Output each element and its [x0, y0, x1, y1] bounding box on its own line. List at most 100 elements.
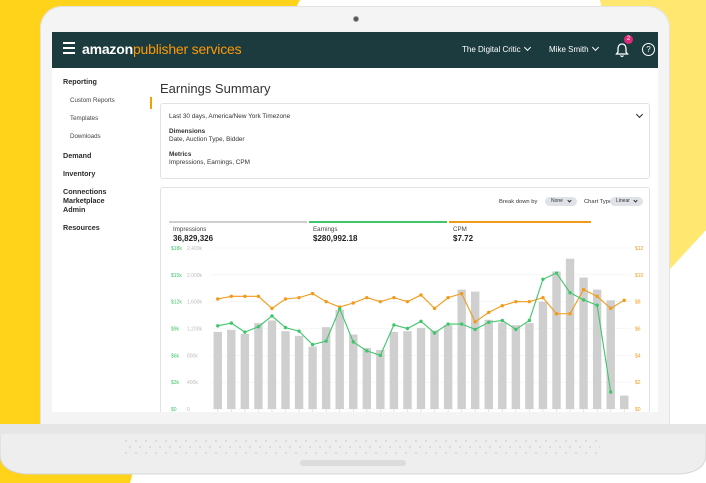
key-dot [305, 440, 307, 442]
impressions-bar [552, 271, 561, 409]
earnings-point [419, 319, 423, 324]
key-dot [599, 446, 600, 448]
active-item-indicator [150, 97, 152, 109]
impressions-bar [470, 291, 480, 409]
key-dot [559, 446, 561, 448]
key-dot [255, 452, 257, 454]
key-dot [499, 446, 501, 448]
key-dot [455, 452, 457, 454]
user-menu[interactable]: Mike Smith [549, 43, 599, 54]
camera-dot [353, 16, 359, 22]
cpm-point [243, 294, 247, 298]
sidebar-item-custom-reports[interactable]: Custom Reports [70, 97, 115, 104]
chevron-down-icon[interactable] [635, 110, 644, 119]
cpm-point [446, 295, 450, 300]
keyboard-dots [125, 440, 600, 454]
key-dot [455, 440, 457, 442]
key-dot [209, 446, 211, 448]
impressions-bar [213, 331, 222, 409]
key-dot [359, 446, 361, 448]
sidebar-item-connections-marketplace[interactable]: Connections Marketplace [63, 187, 148, 205]
key-dot [375, 452, 377, 454]
key-dot [429, 446, 431, 448]
key-dot [305, 452, 307, 454]
date-range-text: Last 30 days, America/New York Timezone [169, 113, 291, 120]
key-dot [335, 440, 337, 442]
key-dot [189, 446, 191, 448]
cpm-point [541, 295, 545, 300]
key-dot [385, 452, 387, 454]
earnings-point [581, 298, 586, 302]
earnings-point [473, 327, 477, 332]
key-dot [545, 452, 547, 454]
sidebar-item-templates[interactable]: Templates [70, 115, 98, 122]
sidebar-item-resources[interactable]: Resources [63, 223, 100, 232]
key-dot [149, 446, 151, 448]
earnings-axis-tick: $15k [171, 273, 182, 279]
key-dot [245, 440, 247, 442]
key-dot [169, 446, 171, 448]
brand-logo[interactable]: amazonpublisher services [82, 41, 242, 57]
help-icon[interactable]: ? [642, 43, 655, 56]
site-selector[interactable]: The Digital Critic [462, 43, 531, 54]
earnings-point [297, 329, 301, 333]
impressions-bar [498, 322, 507, 409]
sidebar-item-inventory[interactable]: Inventory [63, 169, 95, 178]
key-dot [469, 446, 471, 448]
impressions-bar [538, 301, 548, 409]
key-dot [329, 446, 331, 448]
key-dot [355, 452, 357, 454]
key-dot [399, 446, 401, 448]
cpm-point [229, 294, 234, 298]
cpm-point [392, 295, 396, 300]
key-dot [159, 446, 161, 448]
key-dot [465, 440, 467, 442]
earnings-axis-tick: $9k [171, 327, 180, 333]
key-dot [185, 452, 187, 454]
key-dot [365, 452, 367, 454]
cpm-point [419, 293, 423, 297]
key-dot [139, 446, 141, 448]
cpm-point [405, 299, 410, 304]
key-dot [315, 440, 317, 442]
key-dot [589, 446, 591, 448]
key-dot [269, 446, 271, 448]
key-dot [529, 446, 531, 448]
earnings-point [459, 322, 464, 326]
key-dot [205, 452, 207, 454]
key-dot [545, 440, 547, 442]
earnings-chart: $18k 2,400k $12 $15k 2,000k $10 $12k 1,600k $8 $9… [171, 246, 644, 412]
cpm-point [500, 303, 504, 308]
earnings-point [446, 322, 450, 326]
earnings-point [229, 321, 234, 325]
sidebar-item-downloads[interactable]: Downloads [70, 133, 101, 140]
key-dot [415, 452, 417, 454]
key-dot [419, 446, 421, 448]
cpm-axis-tick: $0 [635, 407, 641, 412]
impressions-bar [443, 325, 453, 409]
earnings-point [351, 340, 355, 344]
key-dot [249, 446, 251, 448]
key-dot [425, 440, 427, 442]
bell-icon[interactable] [615, 42, 629, 58]
cpm-axis-tick: $6 [635, 327, 641, 333]
key-dot [235, 440, 237, 442]
sidebar-item-reporting[interactable]: Reporting [63, 77, 97, 86]
sidebar-item-demand[interactable]: Demand [63, 151, 91, 160]
report-filter-panel[interactable]: Last 30 days, America/New York Timezone … [160, 103, 650, 179]
key-dot [259, 446, 261, 448]
key-dot [375, 440, 377, 442]
impressions-axis-tick: 2,000k [187, 273, 203, 279]
key-dot [175, 440, 177, 442]
key-dot [309, 446, 311, 448]
hamburger-menu-icon[interactable] [63, 42, 75, 58]
key-dot [515, 440, 517, 442]
cpm-point [595, 294, 599, 298]
key-dot [495, 452, 497, 454]
earnings-point [595, 303, 599, 307]
chevron-down-icon [591, 43, 599, 52]
key-dot [459, 446, 461, 448]
sidebar-item-admin[interactable]: Admin [63, 205, 85, 214]
earnings-point [216, 324, 220, 328]
cpm-point [554, 312, 559, 316]
